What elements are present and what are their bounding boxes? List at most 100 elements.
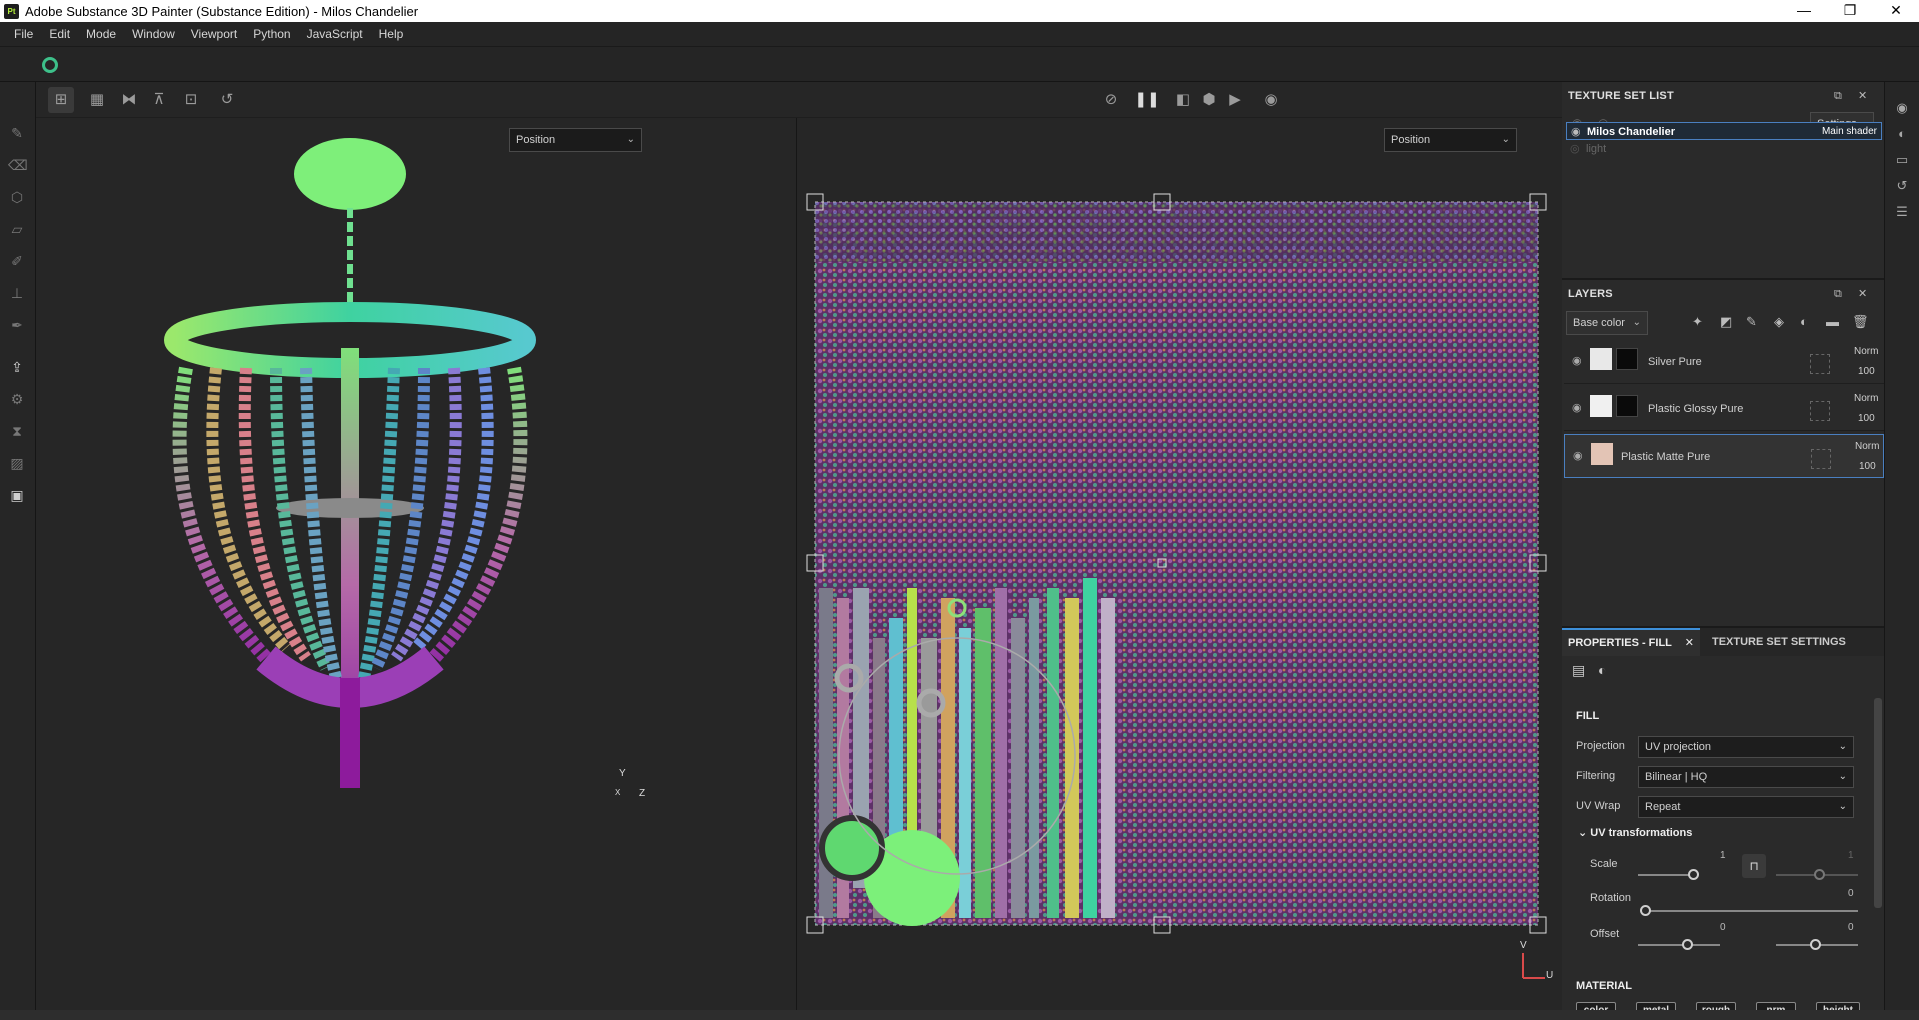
camera-icon[interactable]: ◉ (1258, 87, 1284, 113)
menu-javascript[interactable]: JavaScript (299, 27, 371, 41)
shelf-icon[interactable]: ▭ (1894, 152, 1910, 168)
viewport-3d[interactable]: Position ⌄ Y Z X (36, 118, 796, 1010)
add-paint-layer-icon[interactable]: ✎ (1746, 314, 1757, 330)
layer-opacity[interactable]: 100 (1859, 461, 1876, 472)
scale-v-slider-knob[interactable] (1814, 869, 1825, 880)
projection-dropdown[interactable]: UV projection ⌄ (1638, 736, 1854, 758)
undock-icon[interactable]: ⧉ (1834, 82, 1842, 110)
effects-icon[interactable]: ✦ (1692, 314, 1703, 330)
bake-icon[interactable]: ⧗ (8, 422, 26, 440)
close-panel-icon[interactable]: ✕ (1858, 82, 1867, 110)
layer-blend-mode[interactable]: Norm (1855, 441, 1879, 452)
rotation-slider-knob[interactable] (1640, 905, 1651, 916)
layer-opacity[interactable]: 100 (1858, 366, 1875, 377)
menu-viewport[interactable]: Viewport (183, 27, 245, 41)
cube-view-icon[interactable]: ⬢ (1196, 87, 1222, 113)
scale-slider-track[interactable] (1638, 874, 1694, 876)
layer-row[interactable]: ◉ Plastic Glossy Pure Norm 100 (1564, 387, 1884, 431)
paint-brush-icon[interactable]: ✎ (8, 124, 26, 142)
uvwrap-dropdown[interactable]: Repeat ⌄ (1638, 796, 1854, 818)
menu-window[interactable]: Window (124, 27, 183, 41)
add-mask-icon[interactable]: ◩ (1720, 314, 1732, 330)
uv-axis-v-label: V (1520, 940, 1527, 951)
viewport-2d[interactable]: Position ⌄ V U (797, 118, 1562, 1010)
menu-help[interactable]: Help (371, 27, 412, 41)
material-sphere-icon[interactable]: ◐ (1598, 662, 1606, 678)
offset-v-slider-knob[interactable] (1810, 939, 1821, 950)
plugin-ring-icon[interactable] (42, 57, 58, 73)
add-fill-layer-icon[interactable]: ◈ (1774, 314, 1784, 330)
eye-icon[interactable]: ◉ (1571, 123, 1581, 141)
eye-icon[interactable]: ◉ (1572, 401, 1582, 414)
menu-python[interactable]: Python (245, 27, 298, 41)
geometry-mask-icon[interactable] (1810, 401, 1830, 421)
texture-set-name: Milos Chandelier (1587, 126, 1676, 138)
texture-set-item[interactable]: ◉ Milos Chandelier Main shader (1566, 122, 1882, 140)
close-tab-icon[interactable]: ✕ (1685, 630, 1694, 656)
uvwrap-value: Repeat (1645, 801, 1681, 813)
geometry-mask-icon[interactable] (1811, 449, 1831, 469)
history-icon[interactable]: ↺ (214, 87, 240, 113)
right-icon-strip: ◉ ◐ ▭ ↺ ☰ (1884, 82, 1919, 1020)
eye-icon[interactable]: ◉ (1572, 354, 1582, 367)
smudge-icon[interactable]: ✐ (8, 252, 26, 270)
mask-thumbnail[interactable] (1616, 395, 1638, 417)
offset-u-slider-knob[interactable] (1682, 939, 1693, 950)
layer-channel-dropdown[interactable]: Base color ⌄ (1566, 311, 1648, 335)
add-smart-material-icon[interactable]: ◐ (1800, 314, 1808, 329)
texture-set-item[interactable]: ◎ light (1566, 140, 1882, 158)
color-picker-icon[interactable]: ✒ (8, 316, 26, 334)
camera-video-icon[interactable]: ▶ (1222, 87, 1248, 113)
mask-thumbnail[interactable] (1616, 348, 1638, 370)
frame-icon[interactable]: ⊡ (178, 87, 204, 113)
delete-layer-icon[interactable]: 🗑 (1852, 314, 1869, 330)
mirror-x-icon[interactable]: ⧓ (116, 87, 142, 113)
properties-scrollbar[interactable] (1874, 698, 1882, 908)
undock-icon[interactable]: ⧉ (1834, 280, 1842, 308)
scale-slider-knob[interactable] (1688, 869, 1699, 880)
mirror-y-icon[interactable]: ⊼ (146, 87, 172, 113)
tab-properties-fill[interactable]: PROPERTIES - FILL ✕ (1562, 628, 1700, 656)
eye-icon[interactable]: ◎ (1570, 140, 1580, 158)
screenshot-icon[interactable]: ▣ (8, 486, 26, 504)
split-view-icon[interactable]: ⊞ (48, 87, 74, 113)
layer-blend-mode[interactable]: Norm (1854, 393, 1878, 404)
grid-view-icon[interactable]: ▦ (84, 87, 110, 113)
close-panel-icon[interactable]: ✕ (1858, 280, 1867, 308)
projection-settings-icon[interactable]: ▤ (1572, 662, 1585, 679)
settings-icon[interactable]: ⚙ (8, 390, 26, 408)
menu-mode[interactable]: Mode (78, 27, 124, 41)
history-panel-icon[interactable]: ↺ (1894, 178, 1910, 194)
polygon-fill-icon[interactable]: ▱ (8, 220, 26, 238)
offset-u-slider-track[interactable] (1638, 944, 1720, 946)
menu-edit[interactable]: Edit (41, 27, 78, 41)
maximize-button[interactable]: ❐ (1827, 0, 1873, 22)
symmetry-icon[interactable]: ◧ (1170, 87, 1196, 113)
menu-file[interactable]: File (6, 27, 41, 41)
eraser-icon[interactable]: ⌫ (8, 156, 28, 174)
close-window-button[interactable]: ✕ (1873, 0, 1919, 22)
layer-opacity[interactable]: 100 (1858, 413, 1875, 424)
add-folder-icon[interactable]: ▬ (1826, 314, 1839, 329)
chevron-down-icon: ⌄ (1578, 827, 1588, 839)
filtering-dropdown[interactable]: Bilinear | HQ ⌄ (1638, 766, 1854, 788)
layer-row-selected[interactable]: ◉ Plastic Matte Pure Norm 100 (1564, 434, 1884, 478)
geometry-mask-icon[interactable] (1810, 354, 1830, 374)
projection-icon[interactable]: ⬡ (8, 188, 26, 206)
pause-icon[interactable]: ❚❚ (1134, 87, 1160, 113)
lock-icon[interactable]: ⊓ (1742, 854, 1766, 878)
minimize-button[interactable]: — (1781, 0, 1827, 22)
texture-set-list-icon[interactable]: ◉ (1894, 100, 1910, 116)
layer-row[interactable]: ◉ Silver Pure Norm 100 (1564, 340, 1884, 384)
display-settings-icon[interactable]: ◐ (1894, 126, 1910, 142)
eye-icon[interactable]: ◉ (1573, 449, 1583, 462)
layer-blend-mode[interactable]: Norm (1854, 346, 1878, 357)
clone-stamp-icon[interactable]: ⊥ (8, 284, 26, 302)
tab-texture-set-settings[interactable]: TEXTURE SET SETTINGS (1706, 628, 1846, 656)
rotation-slider-track[interactable] (1644, 910, 1858, 912)
uv-transformations-toggle[interactable]: ⌄ UV transformations (1578, 826, 1692, 839)
export-icon[interactable]: ⇪ (8, 358, 26, 376)
log-icon[interactable]: ☰ (1894, 204, 1910, 220)
hide-icon[interactable]: ⊘ (1098, 87, 1124, 113)
geometry-icon[interactable]: ▨ (8, 454, 26, 472)
